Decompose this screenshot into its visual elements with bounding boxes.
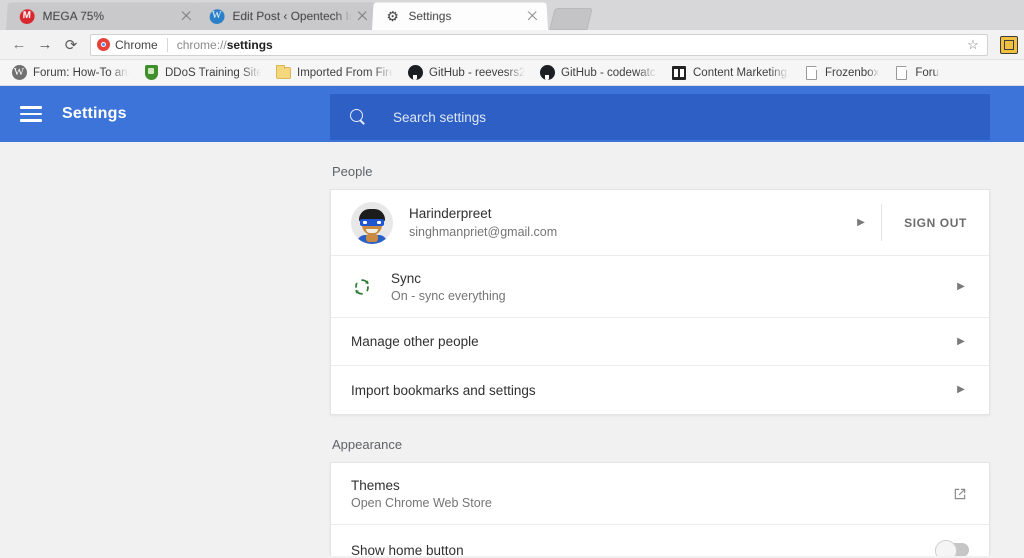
wordpress-icon: W (11, 65, 27, 81)
manage-other-people-row[interactable]: Manage other people ▶ (331, 318, 989, 366)
omnibox-scheme-label: Chrome (115, 37, 158, 52)
account-info[interactable]: Harinderpreet singhmanpriet@gmail.com (331, 190, 841, 255)
bookmarks-bar: W Forum: How-To and DDoS Training Site |… (0, 60, 1024, 86)
omnibox-url-path: settings (226, 37, 273, 52)
reload-icon[interactable]: ⟳ (58, 32, 84, 58)
bookmark-label: Frozenbox (825, 66, 880, 79)
page-title: Settings (62, 105, 127, 122)
chevron-right-icon[interactable]: ▶ (953, 385, 969, 395)
bookmark-label: Imported From Firef (297, 66, 393, 79)
omnibox-url: chrome://settings (177, 38, 963, 52)
themes-title: Themes (351, 477, 400, 493)
bookmark-item[interactable]: DDoS Training Site | (136, 62, 268, 84)
avatar (351, 201, 393, 244)
bookmark-label: Forum: How-To and (33, 66, 129, 79)
section-title-appearance: Appearance (332, 437, 403, 452)
close-icon[interactable] (355, 9, 370, 23)
close-icon[interactable] (525, 9, 540, 23)
browser-tab[interactable]: M MEGA 75% (6, 2, 202, 31)
sync-icon (351, 276, 373, 298)
close-icon[interactable] (179, 9, 194, 23)
show-home-button-toggle[interactable] (935, 540, 969, 556)
people-card: Harinderpreet singhmanpriet@gmail.com ▶ … (330, 189, 990, 415)
bookmark-folder[interactable]: Imported From Firef (268, 62, 400, 84)
themes-row[interactable]: Themes Open Chrome Web Store (331, 463, 989, 525)
browser-tab-active[interactable]: ⚙ Settings (372, 2, 548, 31)
page-icon (893, 65, 909, 81)
account-email: singhmanpriet@gmail.com (409, 225, 558, 239)
back-icon[interactable]: ← (6, 32, 32, 58)
dark-square-icon (671, 65, 687, 81)
row-label: Show home button (351, 542, 464, 557)
hamburger-icon[interactable] (20, 106, 42, 122)
gear-icon: ⚙ (386, 8, 400, 25)
omnibox-url-prefix: chrome:// (176, 37, 227, 52)
github-icon (539, 65, 555, 81)
show-home-button-row[interactable]: Show home button (331, 525, 989, 556)
search-settings-box[interactable]: Search settings (330, 94, 990, 140)
browser-toolbar: ← → ⟳ Chrome chrome://settings ☆ (0, 30, 1024, 60)
external-link-icon[interactable] (951, 485, 969, 503)
chrome-icon (97, 38, 110, 51)
tab-strip: M MEGA 75% W Edit Post ‹ Opentech Info ⚙… (0, 0, 1024, 31)
sync-status: On - sync everything (391, 288, 506, 303)
address-bar[interactable]: Chrome chrome://settings ☆ (90, 33, 988, 56)
bookmark-item[interactable]: Foru (886, 62, 946, 84)
bookmark-star-icon[interactable]: ☆ (963, 37, 983, 53)
section-title-people: People (332, 164, 373, 179)
chevron-right-icon[interactable]: ▶ (953, 281, 969, 292)
bookmark-label: GitHub - codewatch (561, 66, 657, 79)
row-label: Import bookmarks and settings (351, 382, 536, 398)
forward-icon[interactable]: → (32, 32, 58, 58)
bookmark-item[interactable]: W Forum: How-To and (4, 62, 136, 84)
sync-title: Sync (391, 270, 422, 286)
bookmark-item[interactable]: Frozenbox (796, 62, 886, 84)
appearance-card: Themes Open Chrome Web Store Show home b… (330, 462, 990, 556)
bookmark-label: DDoS Training Site | (165, 66, 261, 79)
themes-subtitle: Open Chrome Web Store (351, 495, 492, 510)
bookmark-label: Foru (915, 66, 939, 79)
bookmark-item[interactable]: GitHub - codewatch (532, 62, 664, 84)
bookmark-label: GitHub - reevesrs24 (429, 66, 525, 79)
row-label: Manage other people (351, 334, 479, 349)
account-row[interactable]: Harinderpreet singhmanpriet@gmail.com ▶ … (331, 190, 989, 256)
page-icon (803, 65, 819, 81)
settings-header: Settings Search settings (0, 86, 1024, 142)
search-icon (350, 108, 367, 126)
settings-content: People Harinderpreet singhmanpriet@gmail… (0, 142, 1024, 556)
mega-icon: M (18, 8, 35, 24)
browser-tab[interactable]: W Edit Post ‹ Opentech Info (196, 2, 378, 31)
chevron-right-icon[interactable]: ▶ (953, 336, 969, 347)
new-tab-button[interactable] (549, 8, 593, 30)
tab-title: Settings (408, 9, 452, 24)
github-icon (407, 65, 423, 81)
sign-out-button[interactable]: SIGN OUT (882, 190, 989, 255)
sync-row[interactable]: Sync On - sync everything ▶ (331, 256, 989, 318)
bookmark-item[interactable]: Content Marketing, (664, 62, 796, 84)
chevron-right-icon[interactable]: ▶ (841, 190, 881, 255)
tab-title: MEGA 75% (42, 9, 105, 24)
wordpress-icon: W (208, 8, 225, 24)
search-input[interactable]: Search settings (393, 110, 486, 125)
shield-icon (143, 65, 159, 81)
extension-icon[interactable] (1000, 35, 1018, 54)
omnibox-divider (166, 37, 168, 52)
account-name: Harinderpreet (409, 206, 492, 221)
folder-icon (275, 64, 291, 81)
import-bookmarks-row[interactable]: Import bookmarks and settings ▶ (331, 366, 989, 414)
bookmark-item[interactable]: GitHub - reevesrs24 (400, 62, 532, 84)
tab-title: Edit Post ‹ Opentech Info (232, 9, 352, 24)
bookmark-label: Content Marketing, (693, 66, 789, 79)
